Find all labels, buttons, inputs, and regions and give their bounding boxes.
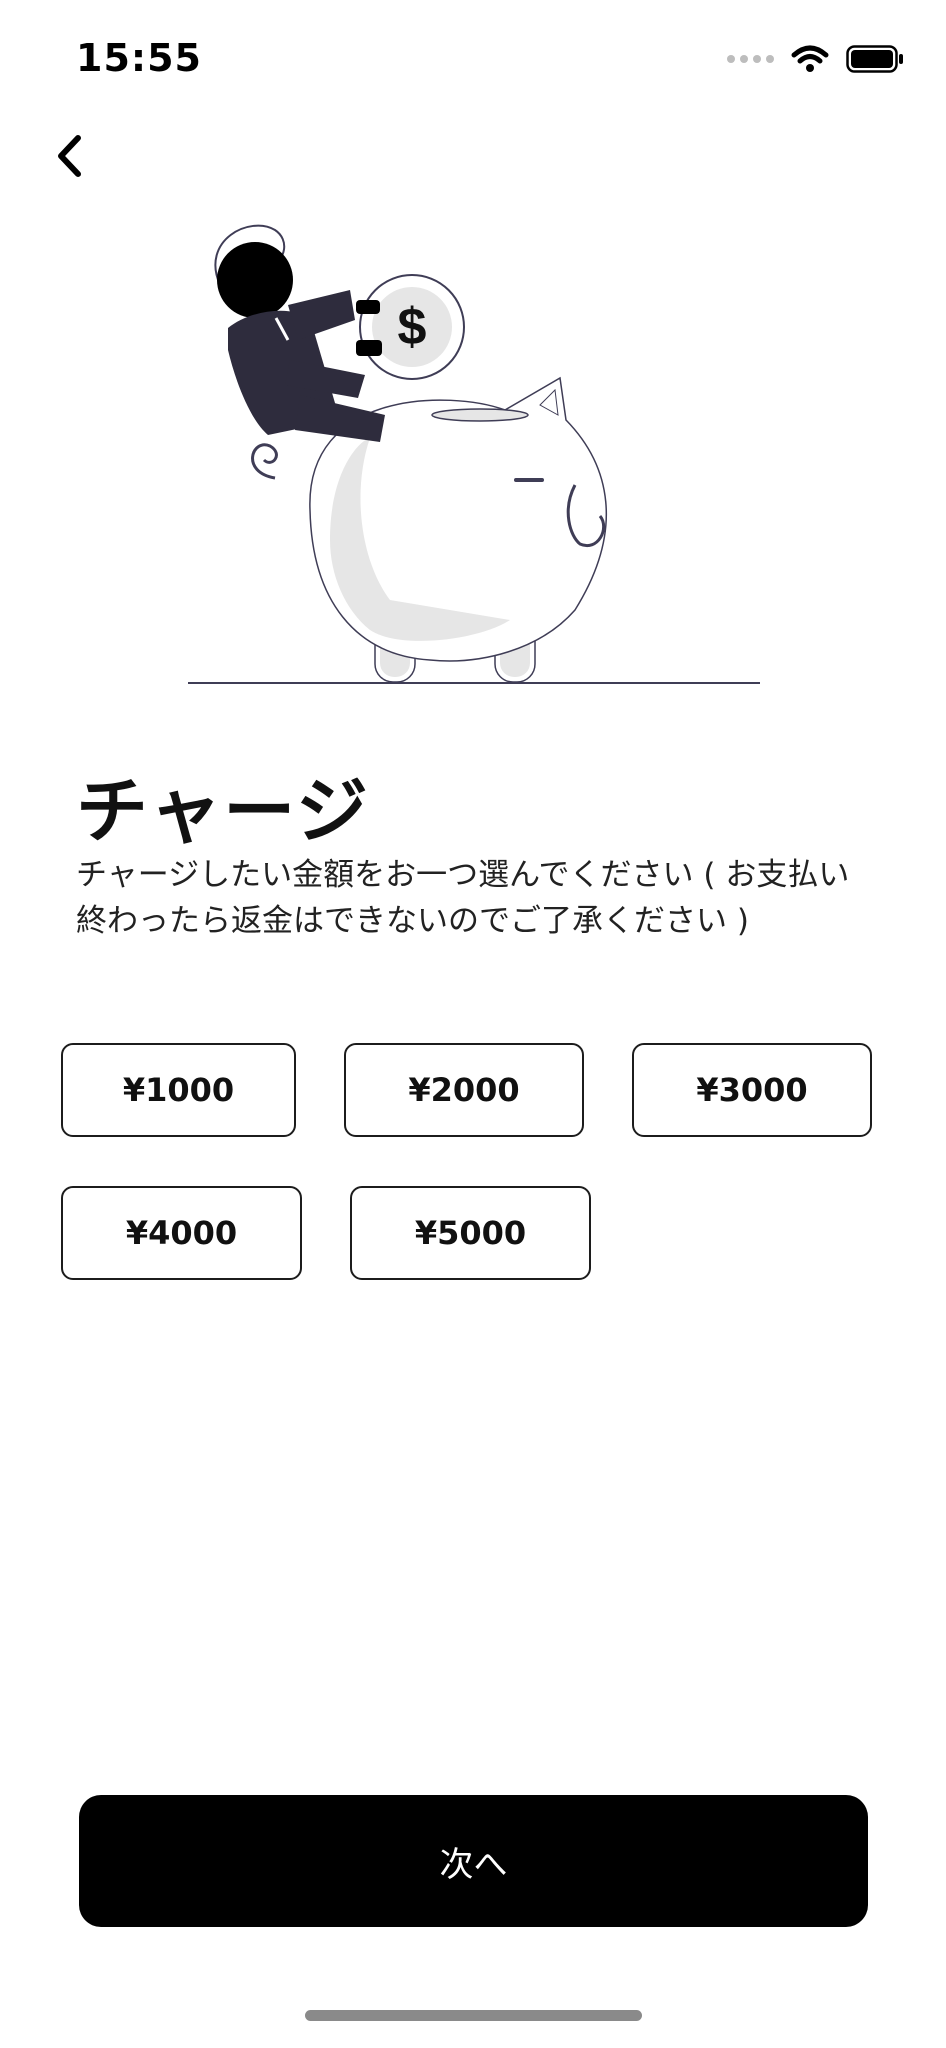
status-time: 15:55 xyxy=(76,36,202,80)
page-description: チャージしたい金額をお一つ選んでください ( お支払い終わったら返金はできないの… xyxy=(76,857,850,939)
wifi-icon xyxy=(791,45,829,72)
battery-icon xyxy=(846,45,903,73)
piggy-bank-illustration: $ xyxy=(188,224,760,684)
cellular-signal-icon xyxy=(727,55,774,63)
amount-option-4000[interactable]: ¥4000 xyxy=(61,1186,302,1280)
chevron-left-icon xyxy=(58,135,81,177)
page-title: チャージ xyxy=(76,769,370,853)
amount-option-3000[interactable]: ¥3000 xyxy=(632,1043,872,1137)
amount-option-2000[interactable]: ¥2000 xyxy=(344,1043,584,1137)
status-icons xyxy=(727,44,904,74)
amount-option-5000[interactable]: ¥5000 xyxy=(350,1186,591,1280)
home-indicator[interactable] xyxy=(305,2010,642,2021)
charge-screen: 15:55 $ チャージ チャージしたい金額をお一つ選んでください (お支払い… xyxy=(0,0,946,2048)
back-button[interactable] xyxy=(44,126,94,186)
coin-dollar-symbol: $ xyxy=(398,298,427,356)
next-button[interactable]: 次へ xyxy=(79,1795,868,1927)
amount-option-1000[interactable]: ¥1000 xyxy=(61,1043,296,1137)
